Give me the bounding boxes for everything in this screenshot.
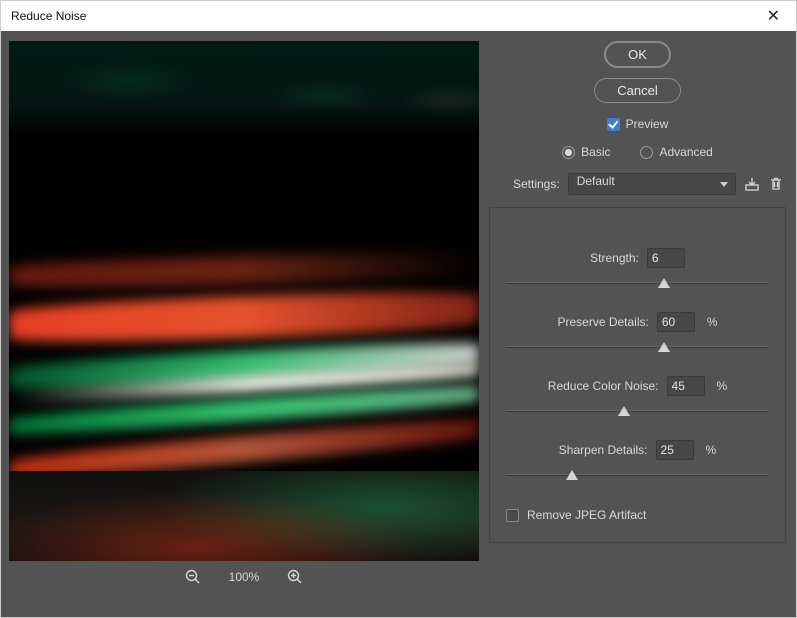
preserve-block: Preserve Details: % (506, 312, 769, 354)
trash-icon[interactable] (768, 176, 784, 192)
remove-jpeg-checkbox[interactable] (506, 509, 519, 522)
settings-select-wrap[interactable]: Default (568, 173, 736, 195)
strength-thumb[interactable] (658, 278, 670, 288)
sharpen-input[interactable] (656, 440, 694, 460)
color-noise-pct: % (717, 379, 728, 393)
zoom-in-icon[interactable] (287, 569, 303, 585)
sharpen-thumb[interactable] (566, 470, 578, 480)
color-noise-slider[interactable] (506, 404, 769, 418)
settings-label: Settings: (513, 177, 560, 191)
remove-jpeg-label: Remove JPEG Artifact (527, 508, 646, 522)
sharpen-label: Sharpen Details: (559, 443, 648, 457)
mode-advanced[interactable]: Advanced (640, 145, 712, 159)
cancel-button[interactable]: Cancel (594, 78, 680, 103)
preserve-thumb[interactable] (658, 342, 670, 352)
sharpen-pct: % (706, 443, 717, 457)
settings-row: Settings: Default (489, 173, 786, 201)
strength-block: Strength: (506, 248, 769, 290)
strength-input[interactable] (647, 248, 685, 268)
zoom-bar: 100% (185, 569, 304, 585)
color-noise-label: Reduce Color Noise: (548, 379, 659, 393)
settings-select[interactable]: Default (568, 173, 736, 195)
color-noise-block: Reduce Color Noise: % (506, 376, 769, 418)
color-noise-thumb[interactable] (618, 406, 630, 416)
radio-advanced-indicator (640, 146, 653, 159)
preserve-slider[interactable] (506, 340, 769, 354)
radio-basic-label: Basic (581, 145, 610, 159)
strength-label: Strength: (590, 251, 639, 265)
noise-panel: Strength: Preserve Details: % (489, 207, 786, 543)
radio-basic-indicator (562, 146, 575, 159)
preview-toggle[interactable]: Preview (607, 117, 669, 131)
titlebar: Reduce Noise ✕ (1, 1, 796, 31)
mode-radio-group: Basic Advanced (562, 145, 713, 159)
zoom-out-icon[interactable] (185, 569, 201, 585)
zoom-level: 100% (229, 570, 260, 584)
preview-checkbox[interactable] (607, 118, 620, 131)
preserve-label: Preserve Details: (557, 315, 648, 329)
controls-column: OK Cancel Preview Basic Advanced Setting… (489, 41, 786, 607)
color-noise-input[interactable] (667, 376, 705, 396)
window-title: Reduce Noise (11, 9, 86, 23)
remove-jpeg-row[interactable]: Remove JPEG Artifact (506, 508, 646, 522)
sharpen-slider[interactable] (506, 468, 769, 482)
mode-basic[interactable]: Basic (562, 145, 610, 159)
preserve-pct: % (707, 315, 718, 329)
dialog-body: 100% OK Cancel Preview Basic (1, 31, 796, 617)
close-icon[interactable]: ✕ (761, 6, 786, 26)
ok-button[interactable]: OK (604, 41, 671, 68)
reduce-noise-dialog: Reduce Noise ✕ 100% (0, 0, 797, 618)
strength-slider[interactable] (506, 276, 769, 290)
preserve-input[interactable] (657, 312, 695, 332)
preview-label: Preview (626, 117, 669, 131)
save-preset-icon[interactable] (744, 176, 760, 192)
sharpen-block: Sharpen Details: % (506, 440, 769, 482)
preview-column: 100% (9, 41, 479, 607)
preview-image[interactable] (9, 41, 479, 561)
radio-advanced-label: Advanced (659, 145, 712, 159)
